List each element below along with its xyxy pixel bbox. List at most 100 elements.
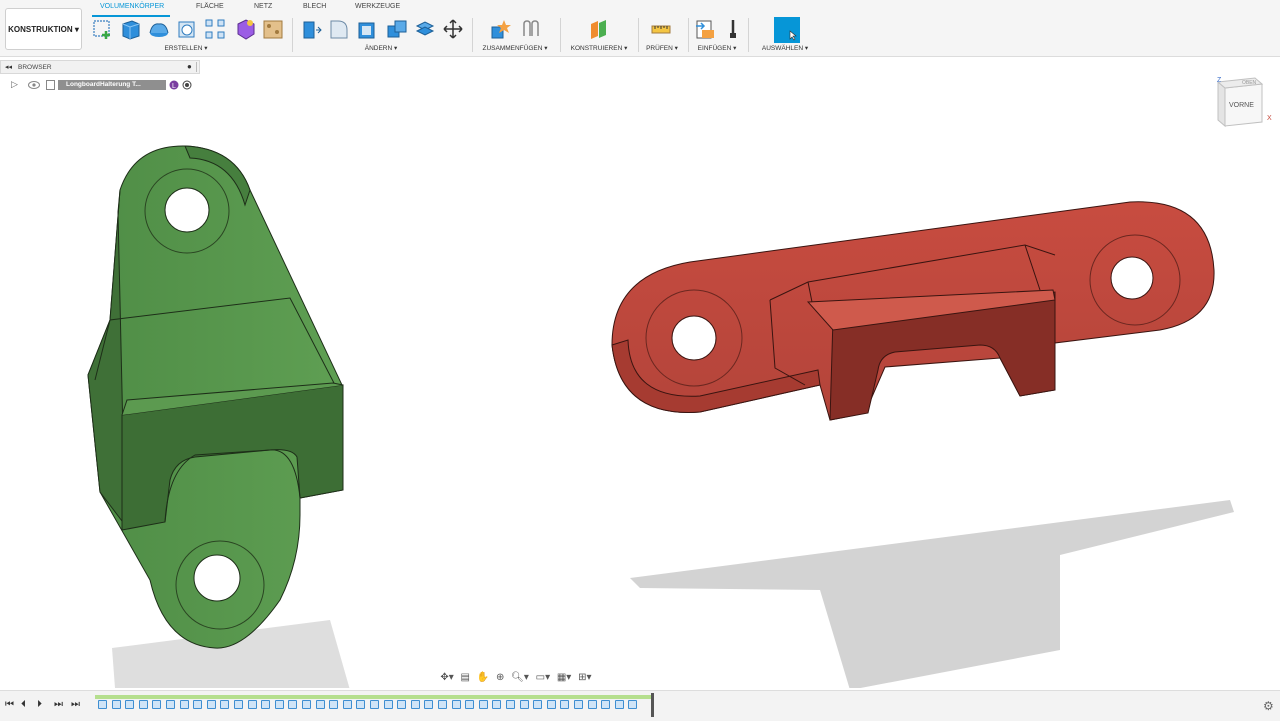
timeline-previous-icon[interactable]: ⏴ bbox=[21, 700, 26, 710]
sketch-icon[interactable] bbox=[120, 18, 142, 40]
timeline-last-icon[interactable]: ⏭ bbox=[71, 700, 80, 710]
orbit-icon[interactable]: ✥▾ bbox=[440, 672, 453, 683]
timeline-feature[interactable] bbox=[574, 700, 583, 709]
workspace-switcher[interactable]: KONSTRUKTION ▾ bbox=[5, 8, 82, 50]
new-component-icon[interactable] bbox=[92, 18, 114, 40]
timeline-feature[interactable] bbox=[274, 700, 284, 709]
timeline-feature[interactable] bbox=[288, 700, 298, 709]
timeline-feature[interactable] bbox=[152, 700, 162, 709]
timeline-feature[interactable] bbox=[424, 700, 434, 709]
viewports-icon[interactable]: ⊞▾ bbox=[578, 672, 591, 683]
zoom-icon[interactable]: 🔍︎▾ bbox=[511, 672, 529, 683]
timeline-feature[interactable] bbox=[125, 700, 135, 709]
viewcube[interactable]: OBEN VORNE Z X bbox=[1216, 77, 1272, 128]
timeline-feature[interactable] bbox=[587, 700, 597, 709]
timeline-feature[interactable] bbox=[410, 700, 420, 709]
zoom-window-icon[interactable]: ⊕ bbox=[496, 672, 504, 683]
tab-netz[interactable]: NETZ bbox=[254, 3, 272, 10]
timeline-feature[interactable] bbox=[98, 700, 107, 709]
insert-derive-icon[interactable] bbox=[694, 18, 716, 40]
timeline-feature[interactable] bbox=[342, 700, 352, 709]
timeline-feature[interactable] bbox=[261, 700, 271, 709]
insert-mesh-icon[interactable] bbox=[722, 18, 744, 40]
timeline-feature[interactable] bbox=[546, 700, 556, 709]
timeline-feature[interactable] bbox=[628, 700, 638, 709]
group-aendern[interactable]: ÄNDERN ▾ bbox=[365, 44, 398, 52]
timeline-feature[interactable] bbox=[492, 700, 502, 709]
tab-blech[interactable]: BLECH bbox=[303, 3, 326, 10]
form-icon[interactable] bbox=[262, 18, 284, 40]
timeline-feature[interactable] bbox=[533, 700, 543, 709]
active-tab-indicator bbox=[92, 15, 170, 17]
timeline-first-icon[interactable]: ⏮ bbox=[5, 700, 14, 710]
offset-plane-icon[interactable] bbox=[588, 18, 610, 40]
group-auswaehlen[interactable]: AUSWÄHLEN ▾ bbox=[762, 44, 808, 52]
tab-werkzeuge[interactable]: WERKZEUGE bbox=[355, 3, 400, 10]
group-einfuegen[interactable]: EINFÜGEN ▾ bbox=[698, 44, 737, 52]
timeline-feature[interactable] bbox=[302, 700, 311, 709]
timeline-next-icon[interactable]: ⏭ bbox=[54, 700, 63, 710]
timeline-feature[interactable] bbox=[478, 700, 488, 709]
timeline-feature[interactable] bbox=[315, 700, 325, 709]
tab-volumenkoerper[interactable]: VOLUMENKÖRPER bbox=[100, 3, 164, 10]
timeline-feature[interactable] bbox=[138, 700, 148, 709]
timeline-feature[interactable] bbox=[234, 700, 243, 709]
separator bbox=[688, 18, 689, 52]
timeline-feature[interactable] bbox=[465, 700, 475, 709]
timeline-feature[interactable] bbox=[614, 700, 624, 709]
timeline-feature[interactable] bbox=[383, 700, 393, 709]
group-pruefen[interactable]: PRÜFEN ▾ bbox=[646, 44, 678, 52]
timeline-feature[interactable] bbox=[329, 700, 339, 709]
extrude-icon[interactable] bbox=[148, 18, 170, 40]
pattern-icon[interactable] bbox=[234, 18, 256, 40]
grid-settings-icon[interactable]: ▦▾ bbox=[557, 672, 571, 683]
red-part-shadow bbox=[630, 500, 1234, 688]
group-erstellen[interactable]: ERSTELLEN ▾ bbox=[165, 44, 208, 52]
separator bbox=[292, 18, 293, 52]
timeline-play-icon[interactable]: ⏵ bbox=[37, 700, 42, 710]
timeline-feature[interactable] bbox=[397, 700, 407, 709]
timeline-feature[interactable] bbox=[356, 700, 366, 709]
timeline-feature[interactable] bbox=[506, 700, 515, 709]
timeline-marker[interactable] bbox=[651, 693, 654, 717]
measure-icon[interactable] bbox=[650, 18, 672, 40]
as-built-joint-icon[interactable] bbox=[520, 18, 542, 40]
timeline-feature[interactable] bbox=[438, 700, 447, 709]
timeline-feature[interactable] bbox=[601, 700, 611, 709]
toolbar: KONSTRUKTION ▾ VOLUMENKÖRPER FLÄCHE NETZ… bbox=[0, 0, 1280, 57]
shell-icon[interactable] bbox=[356, 18, 378, 40]
look-at-icon[interactable]: ▤ bbox=[461, 672, 470, 683]
timeline-feature[interactable] bbox=[560, 700, 570, 709]
settings-gear-icon[interactable]: ⚙ bbox=[1263, 699, 1274, 713]
pan-icon[interactable]: ✋ bbox=[477, 672, 489, 683]
3d-viewport[interactable]: OBEN VORNE Z X bbox=[0, 56, 1280, 688]
timeline-feature[interactable] bbox=[247, 700, 257, 709]
fillet-icon[interactable] bbox=[328, 18, 350, 40]
red-mount-part[interactable] bbox=[611, 201, 1215, 421]
press-pull-icon[interactable] bbox=[300, 18, 322, 40]
green-mount-part[interactable] bbox=[87, 145, 344, 649]
separator bbox=[638, 18, 639, 52]
align-icon[interactable] bbox=[414, 18, 436, 40]
timeline-feature[interactable] bbox=[220, 700, 230, 709]
group-zusammenfuegen[interactable]: ZUSAMMENFÜGEN ▾ bbox=[482, 44, 547, 52]
revolve-icon[interactable] bbox=[176, 18, 198, 40]
timeline-feature[interactable] bbox=[451, 700, 461, 709]
timeline-feature[interactable] bbox=[206, 700, 216, 709]
select-icon[interactable] bbox=[774, 17, 800, 43]
viewcube-top-label: OBEN bbox=[1242, 80, 1257, 86]
timeline-track[interactable] bbox=[95, 695, 653, 699]
display-settings-icon[interactable]: ▭▾ bbox=[536, 672, 550, 683]
timeline-feature[interactable] bbox=[179, 700, 189, 709]
combine-icon[interactable] bbox=[386, 18, 408, 40]
group-konstruieren[interactable]: KONSTRUIEREN ▾ bbox=[571, 44, 628, 52]
new-joint-icon[interactable] bbox=[490, 18, 512, 40]
timeline-feature[interactable] bbox=[111, 700, 121, 709]
hole-icon[interactable] bbox=[204, 18, 226, 40]
tab-flaeche[interactable]: FLÄCHE bbox=[196, 3, 224, 10]
move-icon[interactable] bbox=[442, 18, 464, 40]
timeline-feature[interactable] bbox=[193, 700, 203, 709]
timeline-feature[interactable] bbox=[519, 700, 529, 709]
timeline-feature[interactable] bbox=[166, 700, 175, 709]
timeline-feature[interactable] bbox=[370, 700, 379, 709]
